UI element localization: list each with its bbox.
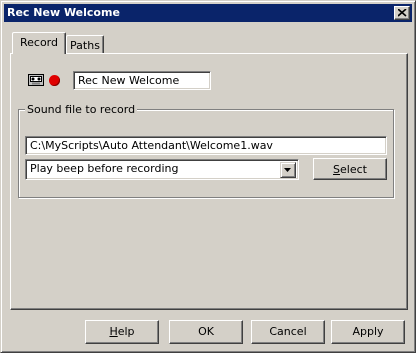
record-option-value: Play beep before recording — [30, 162, 179, 175]
help-button[interactable]: Help — [85, 320, 159, 344]
name-field[interactable]: Rec New Welcome — [73, 71, 211, 90]
title-bar[interactable]: Rec New Welcome — [4, 4, 412, 22]
chevron-down-icon — [284, 168, 291, 172]
select-button-mnemonic: S — [333, 163, 341, 176]
record-option-select[interactable]: Play beep before recording — [25, 159, 299, 180]
apply-button[interactable]: Apply — [331, 320, 405, 344]
close-icon — [398, 9, 407, 17]
window-title: Rec New Welcome — [7, 6, 120, 19]
close-button[interactable] — [394, 6, 410, 20]
ok-button-label: OK — [198, 325, 214, 338]
tab-panel-record — [10, 53, 408, 310]
help-button-label: elp — [117, 325, 135, 338]
cancel-button-label: Cancel — [269, 325, 307, 338]
select-button[interactable]: Select — [313, 158, 387, 180]
ok-button[interactable]: OK — [169, 320, 243, 344]
tab-record[interactable]: Record — [12, 32, 66, 54]
cassette-icon — [28, 74, 44, 86]
tab-paths[interactable]: Paths — [66, 35, 104, 53]
help-button-mnemonic: H — [109, 325, 118, 338]
select-button-label: elect — [340, 163, 367, 176]
tab-paths-label: Paths — [70, 39, 100, 52]
sound-file-group-label: Sound file to record — [25, 103, 138, 116]
dialog-window: Rec New Welcome Record Paths Rec New Wel… — [0, 0, 416, 353]
apply-button-label: Apply — [352, 325, 384, 338]
cancel-button[interactable]: Cancel — [251, 320, 325, 344]
dropdown-button[interactable] — [280, 162, 296, 178]
tab-record-label: Record — [19, 36, 58, 49]
record-dot-icon — [49, 75, 60, 86]
file-path-field[interactable]: C:\MyScripts\Auto Attendant\Welcome1.wav — [25, 136, 387, 155]
